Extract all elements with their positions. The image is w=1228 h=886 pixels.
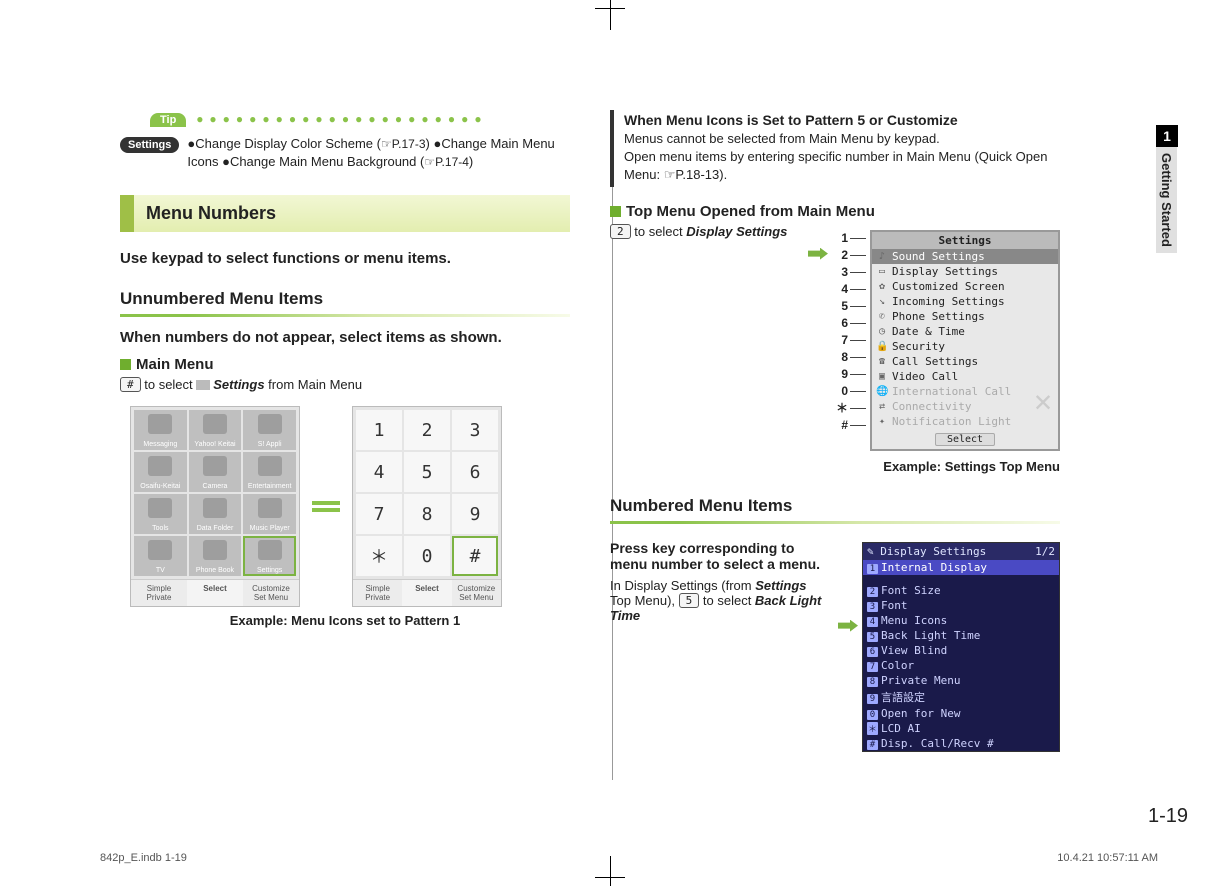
grid-cell: Tools <box>134 494 187 534</box>
list-item: 6View Blind <box>863 643 1059 658</box>
figure-caption-settings: Example: Settings Top Menu <box>610 459 1060 474</box>
phone-icon: ✆ <box>876 311 888 322</box>
tip-settings-row: Settings ●Change Display Color Scheme (☞… <box>120 135 570 171</box>
light-icon: ✦ <box>876 416 888 427</box>
note-body: Menus cannot be selected from Main Menu … <box>624 130 1060 185</box>
settings-badge: Settings <box>120 137 179 153</box>
list-item: ✦Notification Light <box>872 414 1058 429</box>
section-heading-menu-numbers: Menu Numbers <box>120 195 570 232</box>
tip-badge: Tip <box>150 113 186 127</box>
grid-cell-settings: Settings <box>243 536 296 576</box>
display-settings-screenshot: ✎ Display Settings1/2 1Internal Display … <box>862 542 1060 752</box>
main-menu-heading: Main Menu <box>120 356 570 373</box>
key-number-column: 1 2 3 4 5 6 7 8 9 0 ＊ # <box>836 230 866 434</box>
numbered-lead: Press key corresponding to menu number t… <box>610 540 826 572</box>
chapter-tab: 1 Getting Started <box>1156 125 1178 253</box>
numbered-body: In Display Settings (from Settings Top M… <box>610 578 826 623</box>
grid-cell: Entertainment <box>243 452 296 492</box>
settings-list-screenshot: Settings ♪Sound Settings ▭Display Settin… <box>870 230 1060 451</box>
list-item: 9言語設定 <box>863 688 1059 706</box>
subheading-unnumbered: Unnumbered Menu Items <box>120 289 570 312</box>
grid-cell: S! Appli <box>243 410 296 450</box>
tip-settings-text: ●Change Display Color Scheme (☞P.17-3) ●… <box>187 135 570 171</box>
list-item: 4Menu Icons <box>863 613 1059 628</box>
display-settings-figure: ✎ Display Settings1/2 1Internal Display … <box>838 542 1060 752</box>
list-item: ✆Phone Settings <box>872 309 1058 324</box>
globe-icon: 🌐 <box>876 386 888 397</box>
grid-cell: Camera <box>189 452 242 492</box>
arrow-icon <box>838 620 858 632</box>
key-2: 2 <box>610 224 631 239</box>
grid-cell: Messaging <box>134 410 187 450</box>
keypad-mapping-screenshot: 1 2 3 4 5 6 7 8 9 ＊ 0 # SimplePrivate Se… <box>352 406 502 607</box>
main-menu-figure: Messaging Yahoo! Keitai S! Appli Osaifu-… <box>130 406 570 607</box>
note-box: When Menu Icons is Set to Pattern 5 or C… <box>610 110 1060 187</box>
list-item: 5Back Light Time <box>863 628 1059 643</box>
key-5: 5 <box>679 593 700 608</box>
list-item: 7Color <box>863 658 1059 673</box>
sound-icon: ♪ <box>876 251 888 262</box>
connect-icon: ⇄ <box>876 401 888 412</box>
list-item: ☎Call Settings <box>872 354 1058 369</box>
list-item: 0Open for New <box>863 706 1059 721</box>
grid-cell: Yahoo! Keitai <box>189 410 242 450</box>
list-item: ▭Display Settings <box>872 264 1058 279</box>
chapter-label: Getting Started <box>1156 147 1177 253</box>
grid-cell: Phone Book <box>189 536 242 576</box>
top-menu-heading: Top Menu Opened from Main Menu <box>610 203 1060 220</box>
arrow-icon <box>808 248 828 260</box>
grid-cell: Music Player <box>243 494 296 534</box>
list-item: 3Font <box>863 598 1059 613</box>
settings-icon <box>196 380 210 390</box>
list-item: ⇄Connectivity <box>872 399 1058 414</box>
note-title: When Menu Icons is Set to Pattern 5 or C… <box>624 112 1060 128</box>
top-menu-instruction: 2 to select Display Settings <box>610 224 824 239</box>
settings-top-menu-figure: 1 2 3 4 5 6 7 8 9 0 ＊ # Settings ♪Sound … <box>836 230 1060 451</box>
list-item: ▣Video Call <box>872 369 1058 384</box>
phone-main-menu-screenshot: Messaging Yahoo! Keitai S! Appli Osaifu-… <box>130 406 300 607</box>
list-item: 🌐International Call <box>872 384 1058 399</box>
sub1-lead: When numbers do not appear, select items… <box>120 329 570 346</box>
grid-cell: TV <box>134 536 187 576</box>
page-number: 1-19 <box>1148 805 1188 828</box>
hash-keycap: # <box>120 377 141 392</box>
grid-cell: Data Folder <box>189 494 242 534</box>
display-icon: ▭ <box>876 266 888 277</box>
lock-icon: 🔒 <box>876 341 888 352</box>
clock-icon: ◷ <box>876 326 888 337</box>
list-item: 🔒Security <box>872 339 1058 354</box>
list-item: 1Internal Display <box>863 560 1059 575</box>
equals-icon <box>312 501 340 512</box>
incoming-icon: ↘ <box>876 296 888 307</box>
video-icon: ▣ <box>876 371 888 382</box>
call-icon: ☎ <box>876 356 888 367</box>
list-item: ↘Incoming Settings <box>872 294 1058 309</box>
select-button-label: Select <box>935 433 995 446</box>
list-item: 8Private Menu <box>863 673 1059 688</box>
tip-dots: ●●●●●●●●●●●●●●●●●●●●●● <box>196 112 487 126</box>
tip-block: Tip ●●●●●●●●●●●●●●●●●●●●●● <box>120 110 570 127</box>
subheading-numbered: Numbered Menu Items <box>610 496 1060 519</box>
footer-timestamp: 10.4.21 10:57:11 AM <box>1057 852 1158 864</box>
footer-filename: 842p_E.indb 1-19 <box>100 852 187 864</box>
list-item: #Disp. Call/Recv # <box>863 736 1059 751</box>
lead-text: Use keypad to select functions or menu i… <box>120 250 570 267</box>
grid-cell: Osaifu-Keitai <box>134 452 187 492</box>
list-item: ◷Date & Time <box>872 324 1058 339</box>
chapter-number: 1 <box>1156 125 1178 147</box>
list-item: 2Font Size <box>863 583 1059 598</box>
main-menu-instruction: # to select Settings from Main Menu <box>120 377 570 392</box>
list-item: ♪Sound Settings <box>872 249 1058 264</box>
figure-caption-1: Example: Menu Icons set to Pattern 1 <box>120 613 570 628</box>
list-item: ＊LCD AI <box>863 721 1059 736</box>
custom-icon: ✿ <box>876 281 888 292</box>
list-item: ✿Customized Screen <box>872 279 1058 294</box>
